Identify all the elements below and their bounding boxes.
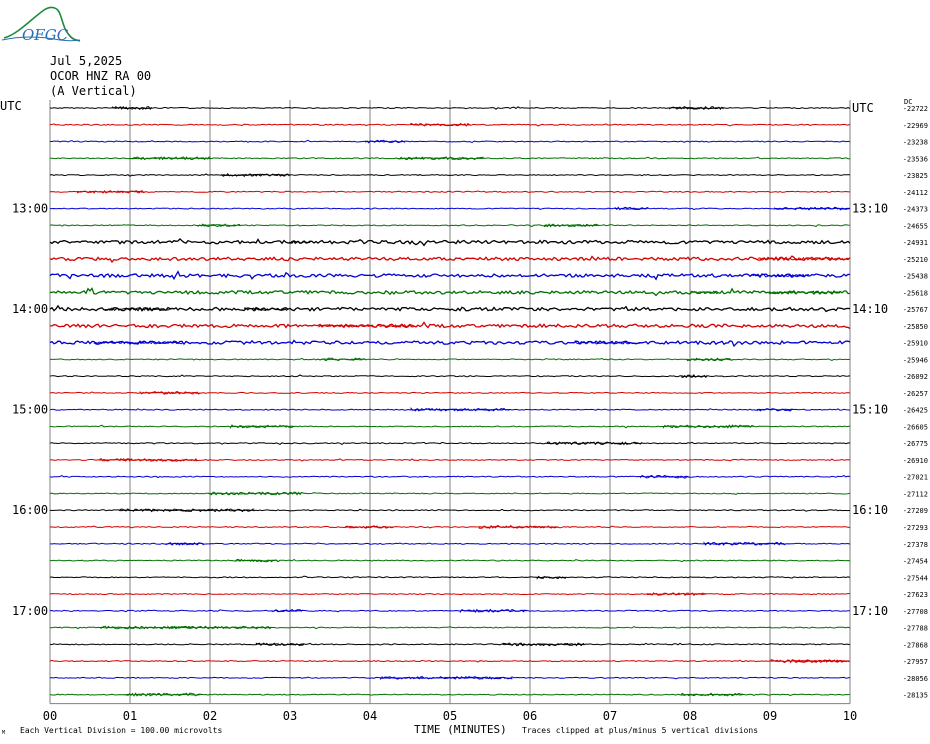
dc-offset-label: -23825 <box>903 172 928 180</box>
dc-offset-label: -26257 <box>903 390 928 398</box>
right-time-label: 17:10 <box>852 604 888 618</box>
dc-offset-label: -27623 <box>903 591 928 599</box>
right-time-label: 13:10 <box>852 202 888 216</box>
dc-offset-label: -27112 <box>903 490 928 498</box>
header-date: Jul 5,2025 <box>50 54 122 68</box>
dc-offset-label: -27544 <box>903 574 928 582</box>
dc-offset-label: -24373 <box>903 206 928 214</box>
dc-offset-label: -22722 <box>903 105 928 113</box>
dc-offset-label: -25210 <box>903 256 928 264</box>
x-tick-labels: 00 01 02 03 04 05 06 07 08 09 10 <box>43 709 857 723</box>
grid <box>49 100 851 705</box>
logo-text: OFGC <box>22 26 69 44</box>
dc-offset-label: -25438 <box>903 273 928 281</box>
footer-left-note: Each Vertical Division = 100.00 microvol… <box>20 726 222 735</box>
dc-offset-label: -27021 <box>903 474 928 482</box>
footer-mark: M <box>2 730 5 736</box>
dc-offset-label: -27209 <box>903 507 928 515</box>
dc-offset-label: -26425 <box>903 407 928 415</box>
x-tick-label: 03 <box>283 709 297 723</box>
dc-offset-label: -25767 <box>903 306 928 314</box>
dc-offset-label: -27708 <box>903 608 928 616</box>
left-time-label: 17:00 <box>12 604 48 618</box>
left-time-label: 16:00 <box>12 503 48 517</box>
header-station: OCOR HNZ RA 00 <box>50 69 151 83</box>
right-time-label: 14:10 <box>852 302 888 316</box>
dc-offset-label: -22969 <box>903 122 928 130</box>
dc-offset-label: -26910 <box>903 457 928 465</box>
dc-offset-label: -23536 <box>903 155 928 163</box>
x-tick-label: 07 <box>603 709 617 723</box>
x-tick-label: 02 <box>203 709 217 723</box>
dc-offset-label: -25618 <box>903 289 928 297</box>
left-time-label: 15:00 <box>12 403 48 417</box>
dc-offset-label: -27454 <box>903 558 928 566</box>
dc-offset-label: -27378 <box>903 541 928 549</box>
dc-offset-label: -27868 <box>903 641 928 649</box>
x-tick-label: 09 <box>763 709 777 723</box>
dc-offset-label: -25946 <box>903 356 928 364</box>
dc-offset-label: -25910 <box>903 340 928 348</box>
dc-offset-label: -28056 <box>903 675 928 683</box>
right-time-label: UTC <box>852 101 874 115</box>
dc-offset-label: -24931 <box>903 239 928 247</box>
seismogram-chart: OFGC Jul 5,2025 OCOR HNZ RA 00 (A Vertic… <box>0 6 928 736</box>
header-component: (A Vertical) <box>50 84 137 98</box>
dc-offset-label: -25850 <box>903 323 928 331</box>
trace-burst <box>99 458 198 462</box>
dc-offset-label: -27788 <box>903 625 928 633</box>
dc-offset-label: -27957 <box>903 658 928 666</box>
dc-offset-label: -24112 <box>903 189 928 197</box>
dc-offset-label: -23238 <box>903 139 928 147</box>
ofgc-logo: OFGC <box>1 6 81 44</box>
dc-offset-label: -27293 <box>903 524 928 532</box>
x-tick-label: 01 <box>123 709 137 723</box>
x-tick-label: 08 <box>683 709 697 723</box>
trace-burst <box>180 508 255 513</box>
dc-offset-label: -26092 <box>903 373 928 381</box>
x-tick-label: 04 <box>363 709 377 723</box>
dc-offset-label: -26605 <box>903 423 928 431</box>
footer-right-note: Traces clipped at plus/minus 5 vertical … <box>522 726 758 735</box>
right-time-label: 15:10 <box>852 403 888 417</box>
x-axis-title: TIME (MINUTES) <box>414 723 507 736</box>
x-tick-label: 10 <box>843 709 857 723</box>
x-tick-label: 06 <box>523 709 537 723</box>
left-axis-label: UTC <box>0 99 22 113</box>
left-time-label: 14:00 <box>12 302 48 316</box>
x-tick-label: 05 <box>443 709 457 723</box>
right-time-label: 16:10 <box>852 503 888 517</box>
left-time-label: 13:00 <box>12 202 48 216</box>
x-tick-label: 00 <box>43 709 57 723</box>
dc-offset-label: -24655 <box>903 222 928 230</box>
dc-offset-label: -26775 <box>903 440 928 448</box>
dc-offset-label: -28135 <box>903 692 928 700</box>
